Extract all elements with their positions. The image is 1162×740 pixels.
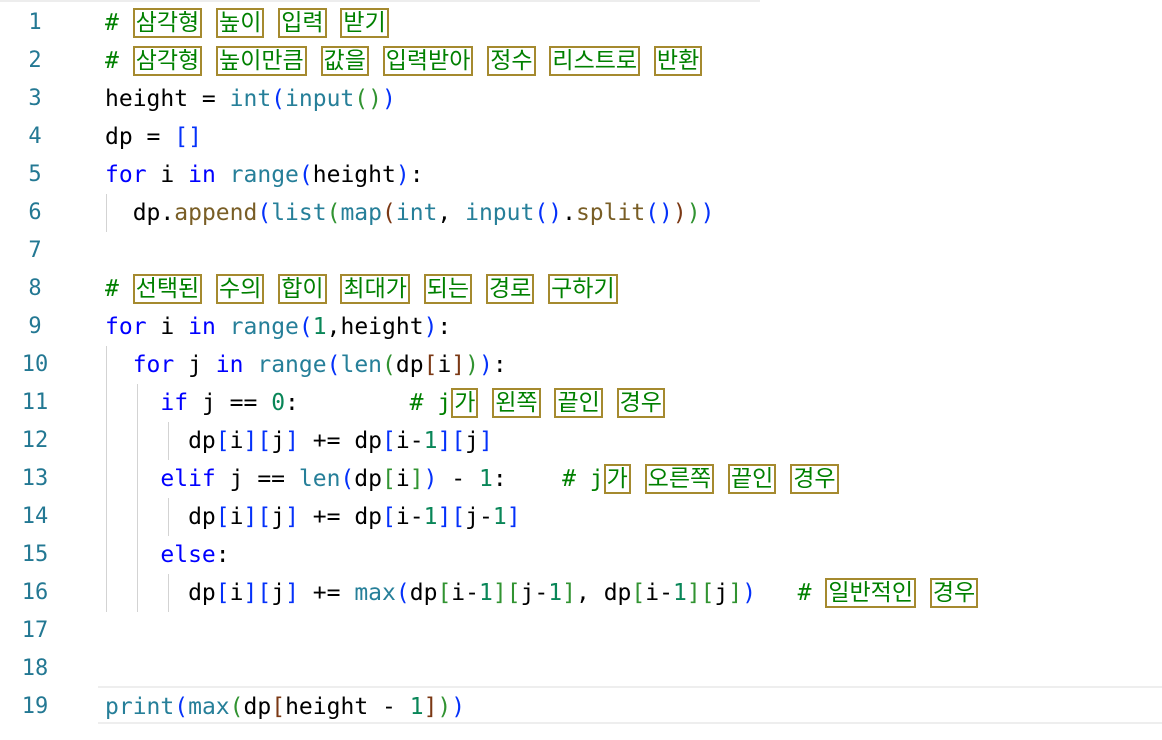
line-number: 6 [28, 200, 42, 225]
code-line[interactable]: 6 dp.append(list(map(int, input().split(… [0, 194, 1162, 232]
code-line[interactable]: 19 print(max(dp[height - 1])) [0, 688, 1162, 726]
code-line[interactable]: 18 [0, 650, 1162, 688]
line-number: 13 [21, 466, 49, 491]
line-number: 11 [21, 390, 49, 415]
code-text[interactable]: else: [105, 536, 229, 574]
code-text[interactable]: dp = [] [105, 118, 202, 156]
code-line[interactable]: 12 dp[i][j] += dp[i-1][j] [0, 422, 1162, 460]
line-number: 19 [21, 694, 49, 719]
indent-guide [106, 346, 107, 612]
line-number: 15 [21, 542, 49, 567]
highlighted-word: 왼쪽 [492, 388, 541, 418]
line-number: 16 [21, 580, 49, 605]
line-number: 12 [21, 428, 49, 453]
highlighted-word: 삼각형 [132, 8, 203, 38]
highlighted-word: 경우 [616, 388, 665, 418]
code-text[interactable]: elif j == len(dp[i]) - 1: # j가 오른쪽 끝인 경우 [105, 460, 839, 498]
line-number: 1 [28, 10, 42, 35]
line-number: 14 [21, 504, 49, 529]
indent-guide [137, 384, 138, 612]
highlighted-word: 정수 [487, 46, 536, 76]
highlighted-word: 선택된 [132, 274, 203, 304]
highlighted-word: 값을 [320, 46, 369, 76]
code-text[interactable]: for j in range(len(dp[i])): [105, 346, 507, 384]
highlighted-word: 입력 [278, 8, 327, 38]
line-number: 10 [21, 352, 49, 377]
highlighted-word: 끝인 [728, 464, 777, 494]
line-number: 4 [28, 124, 42, 149]
line-number: 3 [28, 86, 42, 111]
code-text[interactable]: dp[i][j] += max(dp[i-1][j-1], dp[i-1][j]… [105, 574, 979, 612]
line-number: 17 [21, 618, 49, 643]
highlighted-word: 리스트로 [549, 46, 641, 76]
code-line[interactable]: 3 height = int(input()) [0, 80, 1162, 118]
code-line[interactable]: 15 else: [0, 536, 1162, 574]
highlighted-word: 경우 [790, 464, 839, 494]
highlighted-word: 받기 [340, 8, 389, 38]
line-number: 7 [28, 238, 42, 263]
code-text[interactable]: dp.append(list(map(int, input().split())… [105, 194, 715, 232]
indent-guide [168, 574, 169, 612]
code-editor[interactable]: 1 # 삼각형 높이 입력 받기 2 # 삼각형 높이만큼 값을 입력받아 정수 리스… [0, 0, 1162, 740]
code-line[interactable]: 1 # 삼각형 높이 입력 받기 [0, 4, 1162, 42]
code-line[interactable]: 16 dp[i][j] += max(dp[i-1][j-1], dp[i-1]… [0, 574, 1162, 612]
code-text[interactable]: # 선택된 수의 합이 최대가 되는 경로 구하기 [105, 270, 618, 308]
highlighted-word: 되는 [423, 274, 473, 304]
highlighted-word: 삼각형 [132, 46, 203, 76]
highlighted-word: 가 [451, 388, 479, 418]
code-text[interactable]: print(max(dp[height - 1])) [105, 688, 465, 726]
highlighted-word: 구하기 [548, 274, 618, 304]
indent-guide [168, 498, 169, 536]
code-text[interactable]: height = int(input()) [105, 80, 396, 118]
code-text[interactable]: # 삼각형 높이만큼 값을 입력받아 정수 리스트로 반환 [105, 42, 703, 80]
highlighted-word: 입력받아 [382, 46, 474, 76]
indent-guide [168, 422, 169, 460]
line-number: 8 [28, 276, 42, 301]
code-line[interactable]: 9 for i in range(1,height): [0, 308, 1162, 346]
code-line[interactable]: 10 for j in range(len(dp[i])): [0, 346, 1162, 384]
code-line[interactable]: 5 for i in range(height): [0, 156, 1162, 194]
highlighted-word: 가 [603, 464, 631, 494]
code-text[interactable]: for i in range(height): [105, 156, 424, 194]
highlighted-word: 높이만큼 [216, 46, 307, 76]
indent-guide [106, 194, 107, 232]
code-line[interactable]: 14 dp[i][j] += dp[i-1][j-1] [0, 498, 1162, 536]
line-number: 18 [21, 656, 49, 681]
code-text[interactable]: if j == 0: # j가 왼쪽 끝인 경우 [105, 384, 665, 422]
line-number: 2 [28, 48, 42, 73]
highlighted-word: 높이 [216, 8, 265, 38]
code-line[interactable]: 4 dp = [] [0, 118, 1162, 156]
code-line[interactable]: 8 # 선택된 수의 합이 최대가 되는 경로 구하기 [0, 270, 1162, 308]
code-text[interactable]: # 삼각형 높이 입력 받기 [105, 4, 389, 42]
code-line[interactable]: 17 [0, 612, 1162, 650]
highlighted-word: 오른쪽 [644, 464, 715, 494]
code-text[interactable]: for i in range(1,height): [105, 308, 451, 346]
highlighted-word: 반환 [653, 46, 703, 76]
highlighted-word: 합이 [278, 274, 327, 304]
highlighted-word: 최대가 [340, 274, 410, 304]
highlighted-word: 경로 [485, 274, 535, 304]
code-line[interactable]: 7 [0, 232, 1162, 270]
highlighted-word: 끝인 [554, 388, 603, 418]
highlighted-word: 수의 [216, 274, 265, 304]
code-text[interactable]: dp[i][j] += dp[i-1][j] [105, 422, 493, 460]
code-line[interactable]: 11 if j == 0: # j가 왼쪽 끝인 경우 [0, 384, 1162, 422]
line-number: 9 [28, 314, 42, 339]
highlighted-word: 일반적인 [825, 578, 916, 608]
line-number: 5 [28, 162, 42, 187]
code-line[interactable]: 2 # 삼각형 높이만큼 값을 입력받아 정수 리스트로 반환 [0, 42, 1162, 80]
highlighted-word: 경우 [929, 578, 979, 608]
editor-top-border [0, 0, 760, 2]
code-line[interactable]: 13 elif j == len(dp[i]) - 1: # j가 오른쪽 끝인… [0, 460, 1162, 498]
